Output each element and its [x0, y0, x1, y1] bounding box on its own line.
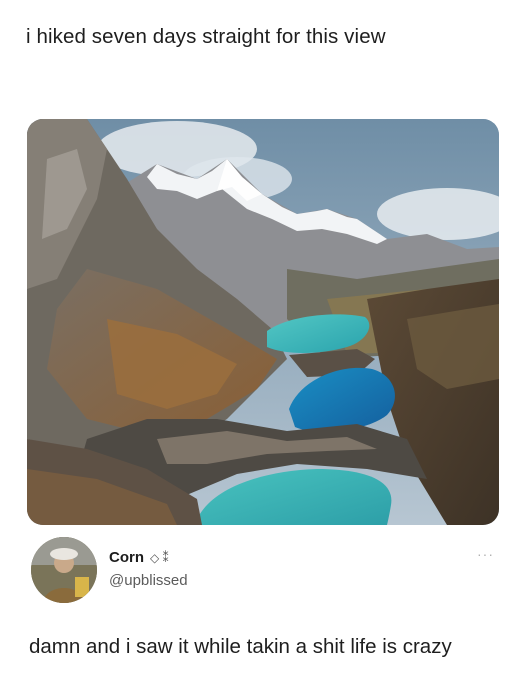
reply-card: Corn ◇ ⁑ @upblissed ··· damn and i saw i…	[0, 532, 526, 698]
user-avatar-image	[31, 537, 97, 603]
mountain-lakes-illustration	[27, 119, 499, 525]
reply-text: damn and i saw it while takin a shit lif…	[29, 635, 452, 658]
more-options-icon[interactable]: ···	[477, 546, 494, 562]
avatar[interactable]	[31, 537, 97, 603]
reply-author-row: Corn ◇ ⁑	[109, 549, 169, 566]
reply-author-handle[interactable]: @upblissed	[109, 572, 188, 589]
post-caption: i hiked seven days straight for this vie…	[26, 25, 386, 48]
badge-icon: ◇ ⁑	[150, 550, 169, 565]
reply-author-name[interactable]: Corn	[109, 549, 144, 566]
post-photo[interactable]	[27, 119, 499, 525]
